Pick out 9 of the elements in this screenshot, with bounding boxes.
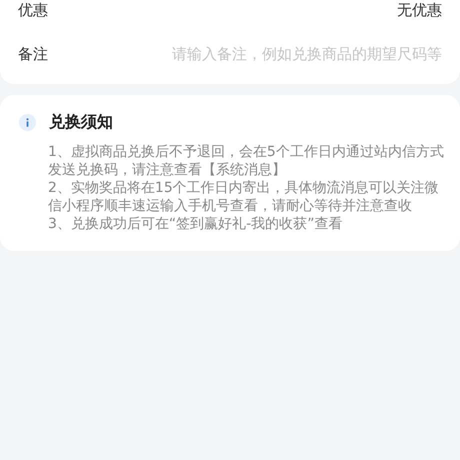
row-value: 无优惠 [397, 0, 442, 20]
row-label: 备注 [18, 44, 48, 64]
info-icon [19, 114, 36, 131]
remark-input-field[interactable]: 请输入备注，例如兑换商品的期望尺码等 [142, 45, 442, 63]
notice-item: 2、实物奖品将在15个工作日内寄出，具体物流消息可以关注微信小程序顺丰速运输入手机号查看，请耐心等待并注意查收 [48, 179, 440, 215]
notice-item: 1、虚拟商品兑换后不予退回，会在5个工作日内通过站内信方式发送兑换码，请注意查看【系统消息】 [48, 143, 444, 179]
notice-item: 3、兑换成功后可在“签到赢好礼-我的收获”查看 [48, 215, 344, 233]
row-label: 优惠 [18, 0, 48, 20]
notice-title: 兑换须知 [49, 112, 113, 133]
